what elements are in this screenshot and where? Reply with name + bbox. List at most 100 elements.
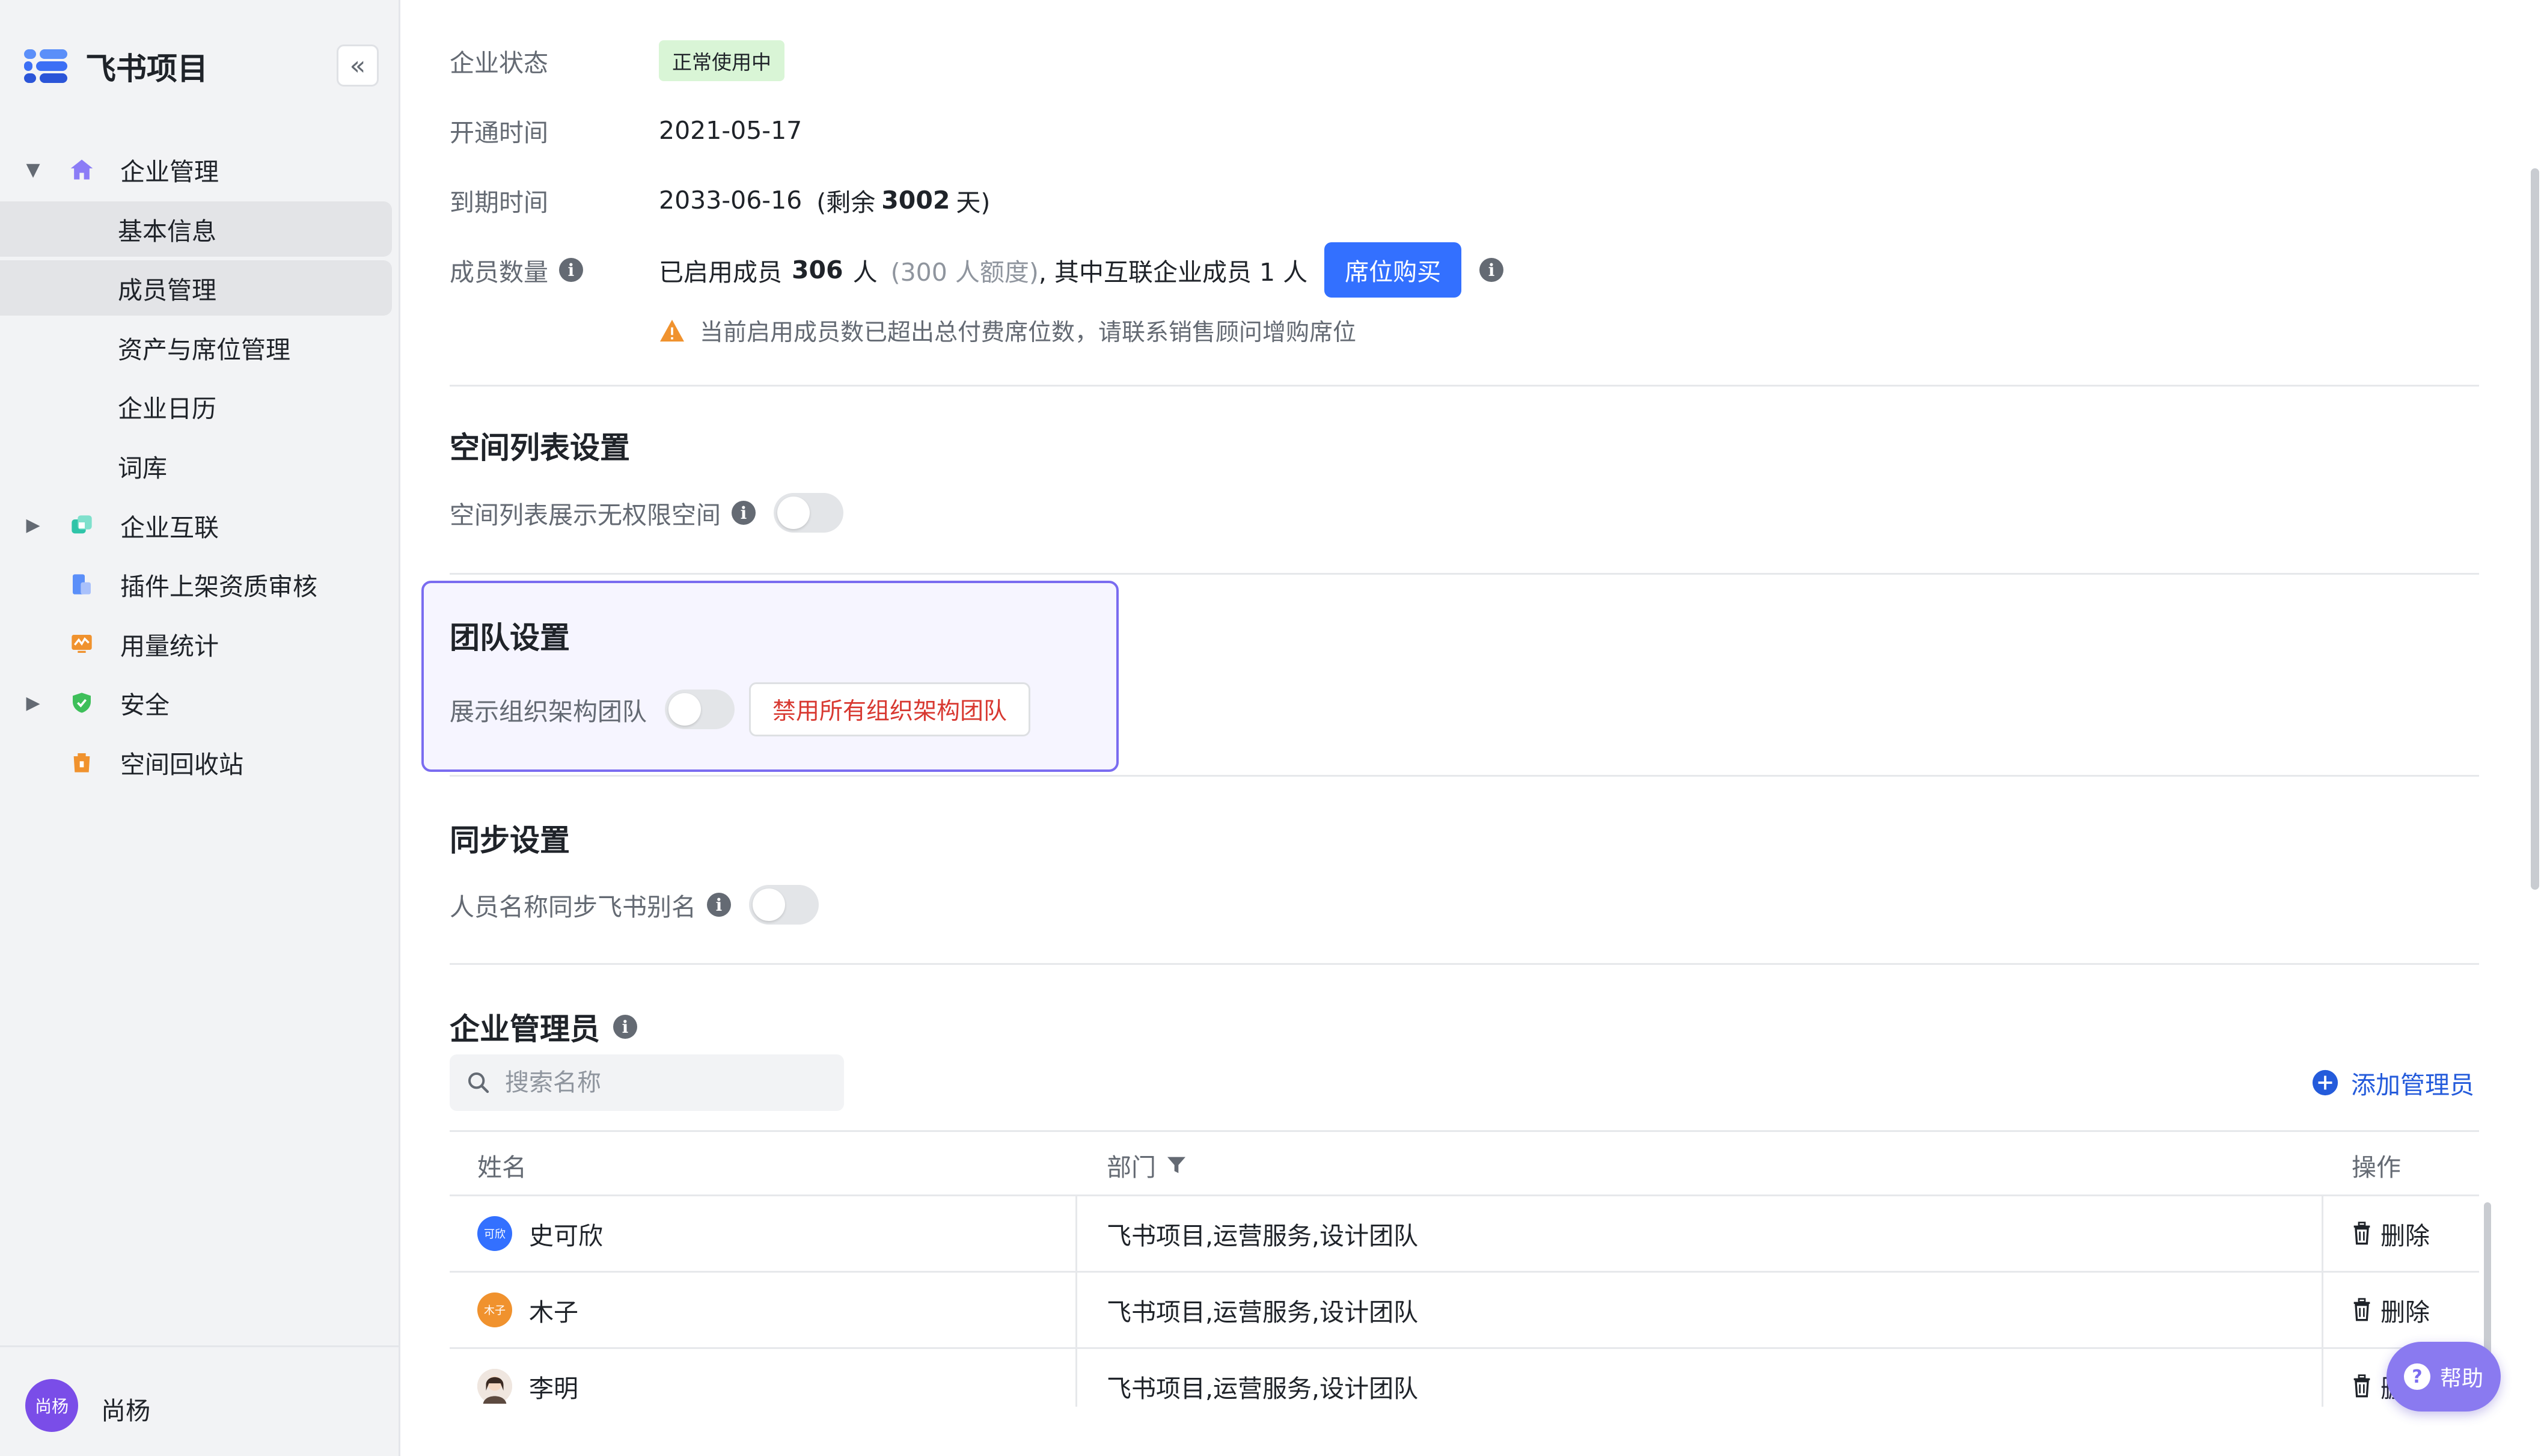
info-icon[interactable]: i [707,893,731,917]
sidebar-item-plugin-review[interactable]: 插件上架资质审核 [0,557,400,612]
info-icon[interactable]: i [559,258,583,282]
section-title: 团队设置 [450,620,570,655]
add-admin-button[interactable]: 添加管理员 [2311,1062,2474,1104]
delete-button[interactable]: 删除 [2352,1273,2430,1347]
avatar: 可欣 [477,1216,512,1251]
team-settings-highlight [421,581,1119,772]
home-icon [69,156,95,183]
delete-label: 删除 [2380,1222,2430,1250]
avatar[interactable]: 尚杨 [25,1379,78,1432]
feishu-project-logo-icon [24,49,67,83]
section-title: 同步设置 [450,823,570,858]
sidebar-item-label: 插件上架资质审核 [120,572,317,602]
sidebar-item-label: 企业互联 [120,513,219,542]
toggle-label: 展示组织架构团队 [450,697,647,726]
filter-icon[interactable] [1164,1153,1188,1177]
sidebar-item-recycle-bin[interactable]: 空间回收站 [0,735,400,790]
open-date-value: 2021-05-17 [659,116,803,145]
expire-date: 2033-06-16 [659,186,803,215]
seat-warning: 当前启用成员数已超出总付费席位数，请联系销售顾问增购席位 [659,313,1356,349]
sidebar-item-label: 安全 [120,691,170,720]
sidebar-item-member-management[interactable]: 成员管理 [0,260,392,316]
sidebar-item-label: 资产与席位管理 [118,335,290,364]
delete-label: 删除 [2380,1298,2430,1327]
member-count-row: 成员数量 i 已启用成员 306 人 (300 人额度) , 其中互联企业成员 … [450,242,1504,298]
sync-toggle-row: 人员名称同步飞书别名 i [450,884,819,926]
field-label: 开通时间 [450,118,548,147]
expire-suffix: 天) [956,188,991,217]
column-divider [1075,1349,1077,1407]
column-header-dept[interactable]: 部门 [1107,1132,1188,1198]
space-toggle-row: 空间列表展示无权限空间 i [450,492,843,534]
members-quota: (300 人额度) [890,258,1039,287]
help-button[interactable]: ? 帮助 [2387,1342,2501,1412]
main-content: 企业状态 正常使用中 开通时间 2021-05-17 到期时间 2033-06-… [402,0,2506,1456]
user-photo-icon [477,1369,512,1404]
sidebar-item-label: 空间回收站 [120,750,243,779]
members-prefix: 已启用成员 [659,258,782,287]
page-scrollbar[interactable] [2531,168,2539,890]
sidebar-item-enterprise-interconnect[interactable]: ▶ 企业互联 [0,498,400,553]
admins-title: 企业管理员 i [450,1005,637,1048]
member-count-value: 已启用成员 306 人 (300 人额度) , 其中互联企业成员 1 人 席位购… [659,242,1504,298]
delete-button[interactable]: 删除 [2352,1196,2430,1271]
table-row: 木子 木子 飞书项目,运营服务,设计团队 删除 [450,1273,2479,1349]
caret-right-icon[interactable]: ▶ [24,515,42,536]
sidebar-item-basic-info[interactable]: 基本信息 [0,201,392,257]
sidebar-item-glossary[interactable]: 词库 [0,438,400,494]
usage-chart-icon [69,631,95,657]
members-linked: , 其中互联企业成员 1 人 [1038,258,1308,287]
warning-icon [660,319,684,342]
help-label: 帮助 [2439,1366,2483,1391]
expire-date-value: 2033-06-16 (剩余 3002 天) [659,182,990,218]
admin-search[interactable] [450,1054,844,1111]
column-divider [2322,1349,2323,1407]
admin-name: 木子 [529,1298,578,1327]
section-title: 企业管理员 [450,1012,600,1047]
app-name: 飞书项目 [85,52,209,87]
section-title: 空间列表设置 [450,430,630,465]
warning-text: 当前启用成员数已超出总付费席位数，请联系销售顾问增购席位 [700,319,1357,346]
recycle-bin-icon [69,749,95,775]
sidebar-item-label: 企业管理 [120,158,219,186]
sidebar-item-usage-stats[interactable]: 用量统计 [0,616,400,671]
expire-date-row: 到期时间 2033-06-16 (剩余 3002 天) [450,179,990,221]
sidebar-item-enterprise-calendar[interactable]: 企业日历 [0,379,400,434]
sidebar-item-security[interactable]: ▶ 安全 [0,675,400,730]
show-org-teams-toggle[interactable] [665,690,735,729]
team-toggle-row: 展示组织架构团队 禁用所有组织架构团队 [450,682,1031,737]
caret-down-icon[interactable]: ▼ [24,159,42,180]
column-divider [1075,1196,1077,1273]
avatar [477,1369,512,1404]
column-header-action: 操作 [2352,1153,2401,1182]
column-divider [2322,1196,2323,1273]
sidebar-item-enterprise-management[interactable]: ▼ 企业管理 [0,142,400,197]
sidebar-item-assets-seats[interactable]: 资产与席位管理 [0,320,400,375]
trash-icon [2353,1298,2370,1321]
search-input[interactable] [505,1069,818,1097]
info-icon[interactable]: i [1479,258,1504,282]
info-icon[interactable]: i [732,501,756,525]
sidebar-user[interactable]: 尚杨 尚杨 [0,1345,400,1456]
open-date-row: 开通时间 2021-05-17 [450,109,802,151]
expire-prefix: (剩余 [816,188,876,217]
field-label: 到期时间 [450,188,548,217]
brand[interactable]: 飞书项目 [24,42,208,90]
admin-table: 姓名 部门 操作 可欣 史可欣 飞书项目,运营服务,设计团队 删除 木子 木子 … [450,1130,2500,1407]
field-label: 成员数量 [450,258,548,287]
double-chevron-left-icon: « [349,50,366,81]
trash-icon [2353,1222,2370,1245]
disable-org-teams-button[interactable]: 禁用所有组织架构团队 [749,682,1031,736]
divider [450,385,2479,387]
search-icon [468,1072,489,1094]
column-divider [2322,1273,2323,1349]
info-icon[interactable]: i [613,1015,637,1039]
caret-right-icon[interactable]: ▶ [24,693,42,714]
collapse-sidebar-button[interactable]: « [337,44,379,87]
show-restricted-spaces-toggle[interactable] [774,493,843,533]
column-divider [1075,1273,1077,1349]
sidebar-item-label: 词库 [118,453,167,483]
buy-seats-button[interactable]: 席位购买 [1324,242,1462,298]
column-header-name: 姓名 [477,1153,527,1182]
sync-alias-toggle[interactable] [749,885,819,925]
